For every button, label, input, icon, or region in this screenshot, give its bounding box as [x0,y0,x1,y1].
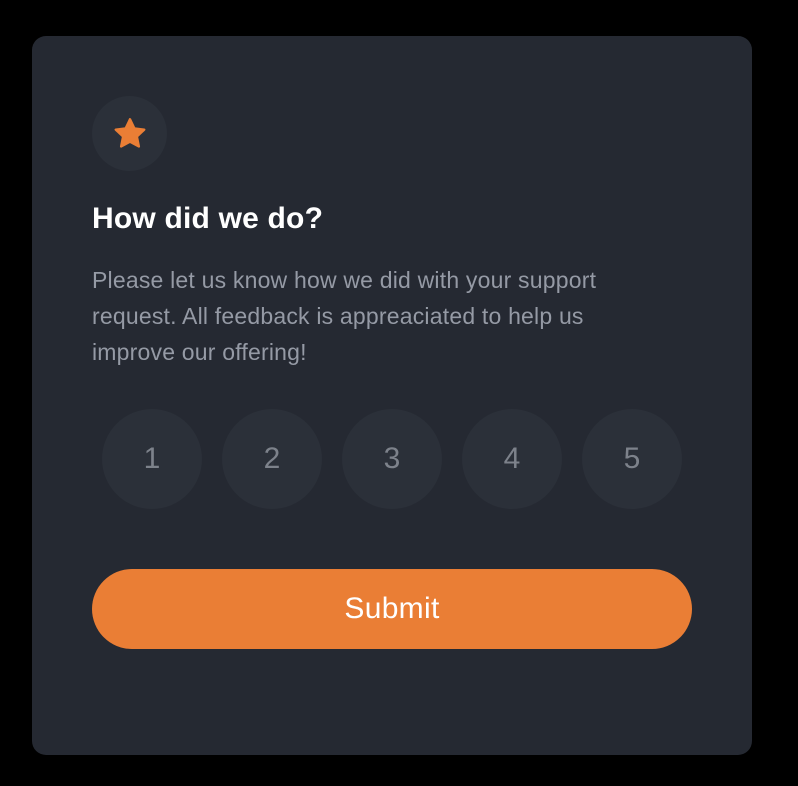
rating-button-4[interactable]: 4 [462,409,562,509]
rating-button-3[interactable]: 3 [342,409,442,509]
card-title: How did we do? [92,202,324,235]
rating-card: How did we do? Please let us know how we… [32,36,752,755]
submit-button[interactable]: Submit [92,569,692,649]
card-description: Please let us know how we did with your … [92,267,597,365]
rating-options: 1 2 3 4 5 [102,409,682,509]
star-icon [114,117,145,148]
rating-button-1[interactable]: 1 [102,409,202,509]
star-icon-container [92,96,167,171]
rating-button-5[interactable]: 5 [582,409,682,509]
rating-button-2[interactable]: 2 [222,409,322,509]
